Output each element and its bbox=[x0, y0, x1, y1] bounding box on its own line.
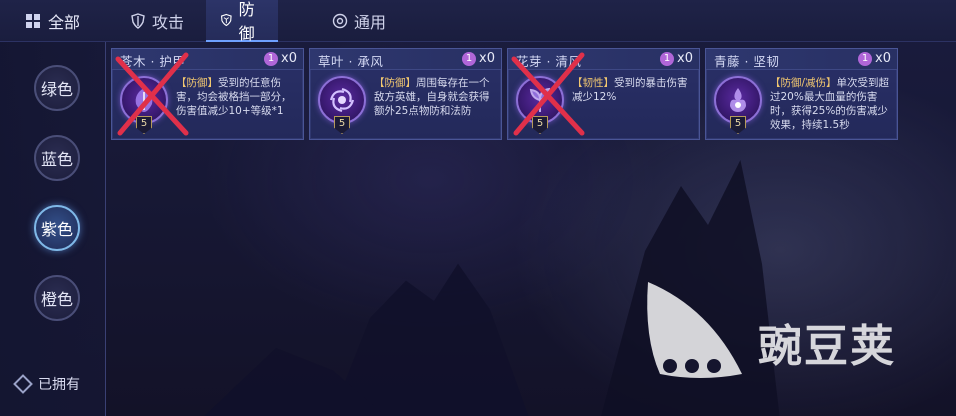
filter-label: 蓝色 bbox=[40, 150, 73, 169]
tab-attack[interactable]: 攻击 bbox=[116, 0, 198, 42]
level-badge: 5 bbox=[730, 116, 746, 134]
inscription-card[interactable]: 草叶 · 承风 1 x0 5 【防御】周围每存在一个敌方英雄，自身就会获得额外2… bbox=[309, 48, 502, 140]
cross-mark-icon bbox=[115, 52, 189, 136]
quantity-badge: 1 bbox=[660, 51, 675, 66]
quantity-value: x0 bbox=[479, 51, 495, 66]
filter-label: 紫色 bbox=[40, 220, 73, 239]
tab-label: 攻击 bbox=[152, 13, 185, 32]
all-button[interactable]: 全部 bbox=[0, 0, 106, 42]
inscription-card[interactable]: 花芽 · 清风 1 x0 5 【韧性】受到的暴击伤害减少12% bbox=[507, 48, 700, 140]
quantity-value: x0 bbox=[281, 51, 297, 66]
owned-filter-toggle[interactable]: 已拥有 bbox=[13, 374, 80, 394]
filter-green-button[interactable]: 绿色 bbox=[34, 65, 80, 111]
cross-mark-icon bbox=[511, 52, 585, 136]
effect-tag: 【防御/减伤】 bbox=[770, 77, 837, 89]
card-description: 【防御】周围每存在一个敌方英雄，自身就会获得额外25点物防和法防 bbox=[374, 76, 496, 118]
quantity-badge: 1 bbox=[858, 51, 873, 66]
background-rock bbox=[330, 263, 530, 416]
tab-defense[interactable]: 防御 bbox=[206, 0, 278, 43]
quantity-badge: 1 bbox=[264, 51, 279, 66]
effect-tag: 【防御】 bbox=[374, 77, 416, 89]
quantity-value: x0 bbox=[677, 51, 693, 66]
target-circle-icon bbox=[332, 13, 348, 29]
card-quantity: 1 x0 bbox=[858, 51, 891, 66]
top-tab-bar: 全部 攻击 防御 通用 bbox=[0, 0, 956, 43]
inscription-card[interactable]: 苍木 · 护甲 1 x0 5 【防御】受到的任意伤害，均会被格挡一部分，伤害值减… bbox=[111, 48, 304, 140]
pea-pod-logo-icon bbox=[647, 282, 742, 378]
filter-purple-button[interactable]: 紫色 bbox=[34, 205, 80, 251]
diamond-checkbox-icon bbox=[13, 374, 33, 394]
tab-label: 通用 bbox=[354, 13, 387, 32]
card-name: 草叶 · 承风 bbox=[318, 54, 384, 69]
tab-label: 防御 bbox=[238, 0, 255, 43]
card-quantity: 1 x0 bbox=[264, 51, 297, 66]
card-quantity: 1 x0 bbox=[462, 51, 495, 66]
sword-shield-icon bbox=[131, 13, 145, 29]
quantity-badge: 1 bbox=[462, 51, 477, 66]
inscription-card[interactable]: 青藤 · 坚韧 1 x0 5 【防御/减伤】单次受到超过20%最大血量的伤害时，… bbox=[705, 48, 898, 140]
color-filter-sidebar: 绿色 蓝色 紫色 橙色 bbox=[0, 42, 106, 416]
filter-label: 橙色 bbox=[40, 290, 73, 309]
all-label: 全部 bbox=[47, 13, 80, 32]
grid-icon bbox=[25, 14, 40, 28]
card-description: 【防御/减伤】单次受到超过20%最大血量的伤害时，获得25%的伤害减少效果，持续… bbox=[770, 76, 892, 132]
level-badge: 5 bbox=[334, 116, 350, 134]
card-header: 青藤 · 坚韧 1 x0 bbox=[706, 49, 897, 70]
card-header: 草叶 · 承风 1 x0 bbox=[310, 49, 501, 70]
card-name: 青藤 · 坚韧 bbox=[714, 54, 780, 69]
owned-label: 已拥有 bbox=[38, 377, 80, 393]
card-description: 【防御】受到的任意伤害，均会被格挡一部分，伤害值减少10+等级*1 bbox=[176, 76, 298, 118]
filter-blue-button[interactable]: 蓝色 bbox=[34, 135, 80, 181]
filter-label: 绿色 bbox=[40, 80, 73, 99]
card-description: 【韧性】受到的暴击伤害减少12% bbox=[572, 76, 694, 104]
filter-orange-button[interactable]: 橙色 bbox=[34, 275, 80, 321]
quantity-value: x0 bbox=[875, 51, 891, 66]
watermark-text: 豌豆荚 bbox=[758, 321, 896, 372]
tab-general[interactable]: 通用 bbox=[318, 0, 400, 42]
shield-icon bbox=[220, 13, 232, 27]
card-quantity: 1 x0 bbox=[660, 51, 693, 66]
